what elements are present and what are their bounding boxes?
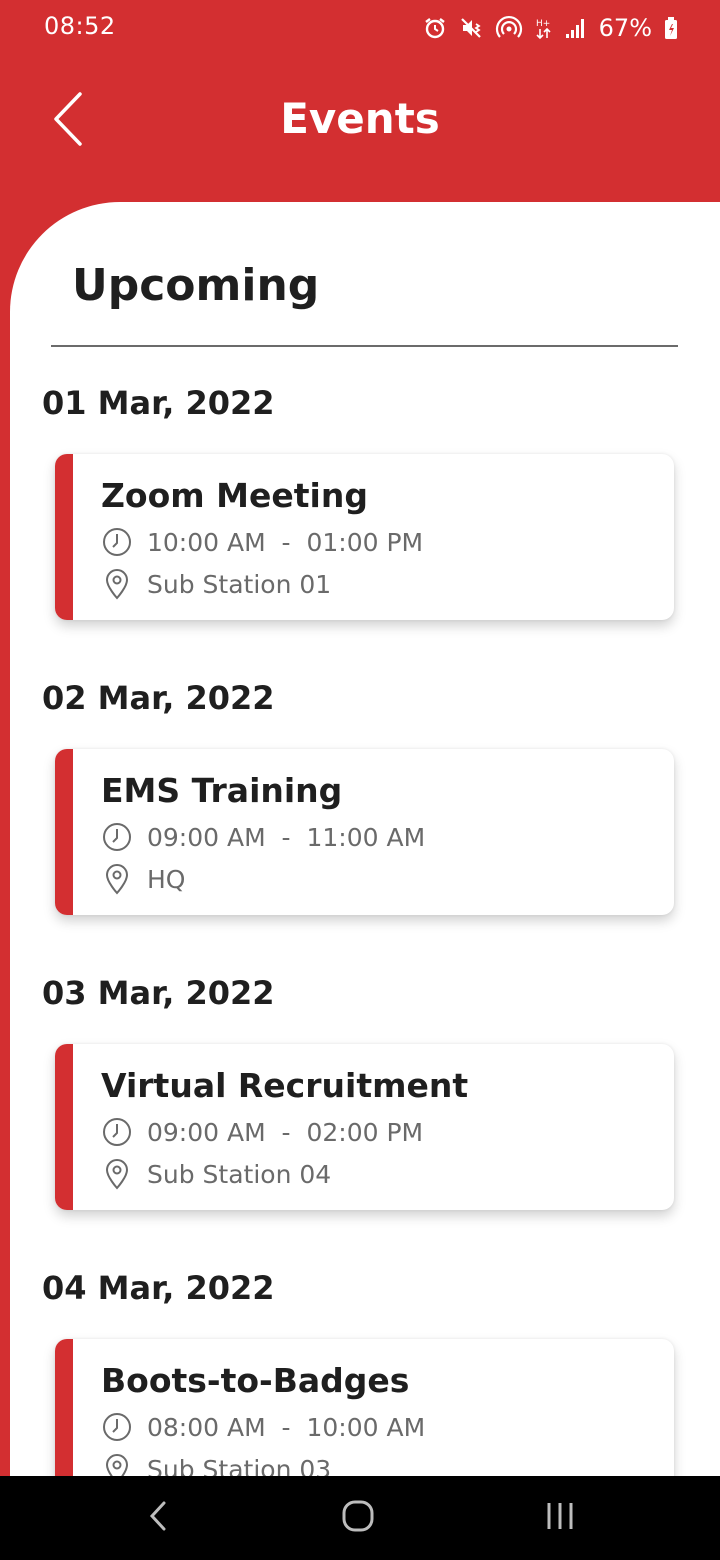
page-title: Events bbox=[280, 94, 440, 143]
event-card[interactable]: Boots-to-Badges 08:00 AM - 10:00 AM Sub … bbox=[55, 1339, 674, 1476]
events-sheet: Upcoming 01 Mar, 2022 Zoom Meeting 10:00… bbox=[10, 202, 720, 1476]
event-time-row: 09:00 AM - 11:00 AM bbox=[101, 821, 425, 853]
event-location: HQ bbox=[147, 864, 186, 894]
event-time: 08:00 AM - 10:00 AM bbox=[147, 1412, 426, 1442]
event-date: 02 Mar, 2022 bbox=[42, 679, 275, 717]
event-time: 09:00 AM - 02:00 PM bbox=[147, 1117, 424, 1147]
event-group: 03 Mar, 2022 Virtual Recruitment 09:00 A… bbox=[10, 974, 720, 1269]
event-time: 09:00 AM - 11:00 AM bbox=[147, 822, 426, 852]
status-time: 08:52 bbox=[44, 12, 116, 40]
battery-icon bbox=[664, 16, 678, 40]
signal-icon bbox=[565, 16, 587, 40]
hotspot-icon bbox=[495, 14, 523, 42]
nav-home-button[interactable] bbox=[328, 1494, 388, 1542]
event-card[interactable]: EMS Training 09:00 AM - 11:00 AM HQ bbox=[55, 749, 674, 915]
map-pin-icon bbox=[101, 1158, 133, 1190]
event-title: Zoom Meeting bbox=[101, 476, 368, 515]
event-location-row: HQ bbox=[101, 863, 185, 895]
system-nav-bar bbox=[0, 1476, 720, 1560]
event-time-row: 10:00 AM - 01:00 PM bbox=[101, 526, 423, 558]
event-location: Sub Station 01 bbox=[147, 569, 332, 599]
event-date: 04 Mar, 2022 bbox=[42, 1269, 275, 1307]
event-title: Boots-to-Badges bbox=[101, 1361, 410, 1400]
nav-back-button[interactable] bbox=[128, 1494, 188, 1542]
event-title: Virtual Recruitment bbox=[101, 1066, 469, 1105]
event-location-row: Sub Station 01 bbox=[101, 568, 331, 600]
recents-nav-icon bbox=[545, 1501, 575, 1535]
battery-percent: 67% bbox=[598, 14, 652, 42]
card-accent-bar bbox=[55, 1044, 73, 1210]
card-accent-bar bbox=[55, 1339, 73, 1476]
section-title-upcoming: Upcoming bbox=[72, 260, 320, 311]
event-group: 01 Mar, 2022 Zoom Meeting 10:00 AM - 01:… bbox=[10, 384, 720, 679]
event-card[interactable]: Virtual Recruitment 09:00 AM - 02:00 PM … bbox=[55, 1044, 674, 1210]
event-time: 10:00 AM - 01:00 PM bbox=[147, 527, 424, 557]
event-group: 02 Mar, 2022 EMS Training 09:00 AM - 11:… bbox=[10, 679, 720, 974]
card-accent-bar bbox=[55, 749, 73, 915]
svg-text:H+: H+ bbox=[536, 19, 550, 29]
card-accent-bar bbox=[55, 454, 73, 620]
clock-icon bbox=[101, 526, 133, 558]
map-pin-icon bbox=[101, 568, 133, 600]
section-divider bbox=[51, 345, 678, 347]
status-bar: 08:52 H+ 67% bbox=[0, 0, 720, 56]
event-time-row: 09:00 AM - 02:00 PM bbox=[101, 1116, 423, 1148]
event-date: 01 Mar, 2022 bbox=[42, 384, 275, 422]
clock-icon bbox=[101, 821, 133, 853]
event-card[interactable]: Zoom Meeting 10:00 AM - 01:00 PM Sub Sta… bbox=[55, 454, 674, 620]
event-title: EMS Training bbox=[101, 771, 343, 810]
network-h-plus-icon: H+ bbox=[535, 16, 553, 40]
event-date: 03 Mar, 2022 bbox=[42, 974, 275, 1012]
nav-recents-button[interactable] bbox=[530, 1494, 590, 1542]
back-nav-icon bbox=[148, 1500, 168, 1536]
event-time-row: 08:00 AM - 10:00 AM bbox=[101, 1411, 425, 1443]
event-location: Sub Station 04 bbox=[147, 1159, 332, 1189]
alarm-icon bbox=[423, 16, 447, 40]
event-location-row: Sub Station 03 bbox=[101, 1453, 331, 1476]
clock-icon bbox=[101, 1411, 133, 1443]
status-icons: H+ 67% bbox=[423, 12, 678, 44]
event-group: 04 Mar, 2022 Boots-to-Badges 08:00 AM - … bbox=[10, 1269, 720, 1476]
map-pin-icon bbox=[101, 1453, 133, 1476]
events-list[interactable]: 01 Mar, 2022 Zoom Meeting 10:00 AM - 01:… bbox=[10, 384, 720, 1476]
clock-icon bbox=[101, 1116, 133, 1148]
home-nav-icon bbox=[341, 1499, 375, 1537]
app-header: Events bbox=[0, 56, 720, 202]
map-pin-icon bbox=[101, 863, 133, 895]
mute-vibrate-icon bbox=[459, 16, 483, 40]
event-location: Sub Station 03 bbox=[147, 1454, 332, 1477]
event-location-row: Sub Station 04 bbox=[101, 1158, 331, 1190]
